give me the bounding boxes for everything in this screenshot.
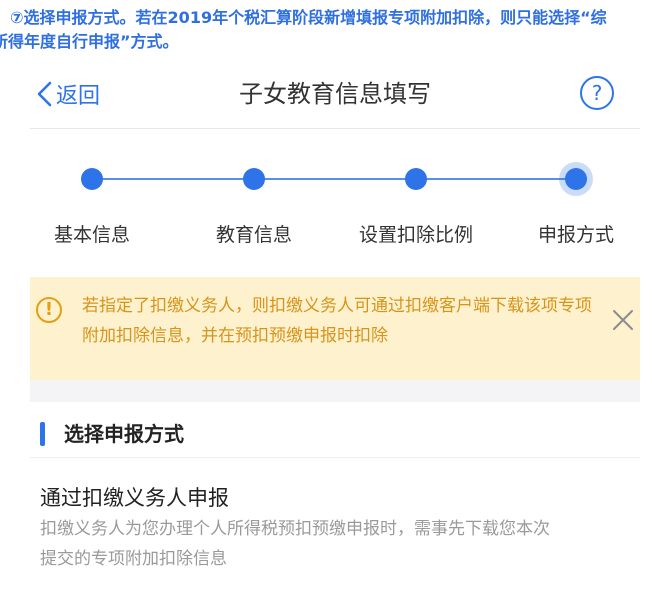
page-title: 子女教育信息填写	[239, 80, 431, 108]
caption-line-2: 所得年度自行申报”方式。	[0, 32, 179, 51]
option-description: 扣缴义务人为您办理个人所得税预扣预缴申报时，需事先下载您本次提交的专项附加扣除信…	[40, 519, 550, 569]
stepper-line	[92, 178, 576, 180]
close-icon[interactable]	[612, 309, 634, 331]
chevron-left-icon	[37, 81, 52, 107]
notice-text: 若指定了扣缴义务人，则扣缴义务人可通过扣缴客户端下载该项专项附加扣除信息，并在预…	[82, 296, 592, 346]
back-button[interactable]: 返回	[36, 74, 100, 114]
step-label-basic-info: 基本信息	[53, 224, 131, 246]
alert-circle-icon: !	[36, 297, 62, 323]
caption-line-1: ⑦选择申报方式。若在2019年个税汇算阶段新增填报专项附加扣除，则只能选择“综	[10, 8, 607, 27]
step-label-filing-method: 申报方式	[537, 224, 615, 246]
option-withholding-agent[interactable]: 通过扣缴义务人申报 扣缴义务人为您办理个人所得税预扣预缴申报时，需事先下载您本次…	[30, 460, 640, 575]
step-dot-3	[405, 168, 427, 190]
section-title: 选择申报方式	[64, 422, 184, 446]
back-label: 返回	[56, 84, 101, 109]
step-dot-4-active	[565, 168, 587, 190]
progress-stepper: 基本信息 教育信息 设置扣除比例 申报方式	[30, 148, 640, 248]
step-label-education-info: 教育信息	[215, 224, 293, 246]
notice-banner: ! 若指定了扣缴义务人，则扣缴义务人可通过扣缴客户端下载该项专项附加扣除信息，并…	[30, 277, 640, 380]
section-divider	[30, 380, 640, 402]
section-accent-bar	[40, 422, 45, 446]
section-header: 选择申报方式	[30, 402, 640, 458]
app-screen: 返回 子女教育信息填写 ? 基本信息 教育信息 设置扣除比例 申报方式 ! 若指…	[30, 60, 640, 575]
step-dot-1	[81, 168, 103, 190]
instruction-caption: ⑦选择申报方式。若在2019年个税汇算阶段新增填报专项附加扣除，则只能选择“综 …	[0, 6, 652, 54]
help-icon[interactable]: ?	[580, 76, 614, 110]
step-dot-2	[243, 168, 265, 190]
step-label-deduction-ratio: 设置扣除比例	[358, 224, 474, 246]
navigation-bar: 返回 子女教育信息填写 ?	[30, 60, 640, 129]
option-title: 通过扣缴义务人申报	[40, 486, 229, 510]
